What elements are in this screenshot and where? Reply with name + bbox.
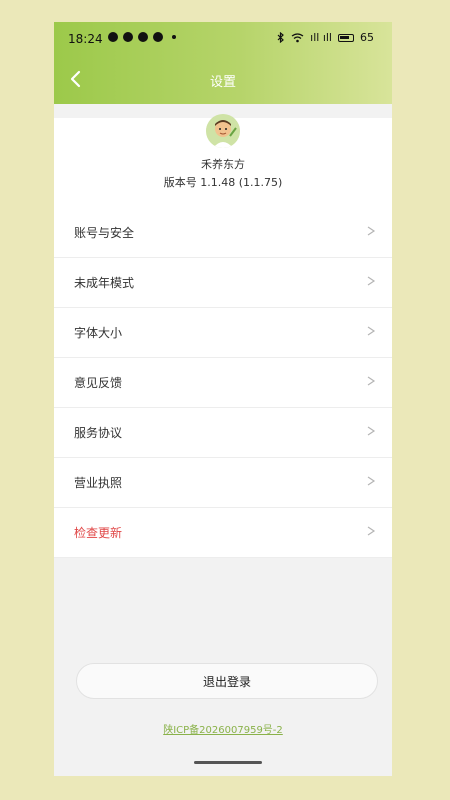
app-name: 禾养东方: [201, 158, 245, 171]
phone-screen: 18:24 ıll ıll 65 设置 禾养东方 版本号 1.1.48 (1.1…: [54, 22, 392, 776]
menu-item-font-size[interactable]: 字体大小: [54, 308, 392, 358]
signal-icon: ıll ıll: [310, 31, 332, 44]
menu-item-label: 字体大小: [74, 326, 123, 340]
status-right: ıll ıll 65: [277, 31, 374, 44]
chevron-right-icon: [367, 426, 376, 436]
menu-item-label: 服务协议: [74, 426, 123, 440]
settings-menu: 账号与安全 未成年模式 字体大小 意见反馈 服务协议 营业执照 检查更新: [54, 208, 392, 558]
app-version: 版本号 1.1.48 (1.1.75): [163, 176, 283, 189]
status-time: 18:24: [68, 32, 103, 46]
menu-item-label: 账号与安全: [74, 226, 135, 240]
chevron-right-icon: [367, 276, 376, 286]
menu-item-service-agreement[interactable]: 服务协议: [54, 408, 392, 458]
menu-item-minor-mode[interactable]: 未成年模式: [54, 258, 392, 308]
chevron-right-icon: [367, 226, 376, 236]
menu-item-label: 未成年模式: [74, 276, 135, 290]
page-title: 设置: [209, 75, 236, 90]
message-icon: [138, 32, 148, 42]
more-dot-icon: [172, 35, 176, 39]
menu-item-label: 意见反馈: [74, 376, 123, 390]
menu-item-business-license[interactable]: 营业执照: [54, 458, 392, 508]
bluetooth-icon: [277, 32, 285, 43]
notification-icon: [108, 32, 118, 42]
app-logo-avatar: [206, 114, 240, 148]
menu-item-label: 检查更新: [74, 526, 123, 540]
battery-icon: [338, 33, 354, 42]
menu-item-account-security[interactable]: 账号与安全: [54, 208, 392, 258]
menu-item-label: 营业执照: [74, 476, 123, 490]
nav-bar: 设置: [54, 56, 392, 104]
logout-button[interactable]: 退出登录: [76, 663, 378, 699]
menu-item-feedback[interactable]: 意见反馈: [54, 358, 392, 408]
chevron-right-icon: [367, 526, 376, 536]
wifi-icon: [291, 32, 304, 42]
status-bar: 18:24 ıll ıll 65: [54, 22, 392, 56]
home-indicator: [194, 761, 262, 764]
menu-item-check-update[interactable]: 检查更新: [54, 508, 392, 558]
chevron-right-icon: [367, 326, 376, 336]
battery-level: 65: [360, 31, 374, 44]
status-left-icons: [108, 32, 176, 42]
alert-icon: [153, 32, 163, 42]
chevron-right-icon: [367, 376, 376, 386]
icp-record-link[interactable]: 陕ICP备2026007959号-2: [54, 721, 392, 736]
chat-icon: [123, 32, 133, 42]
chevron-right-icon: [367, 476, 376, 486]
